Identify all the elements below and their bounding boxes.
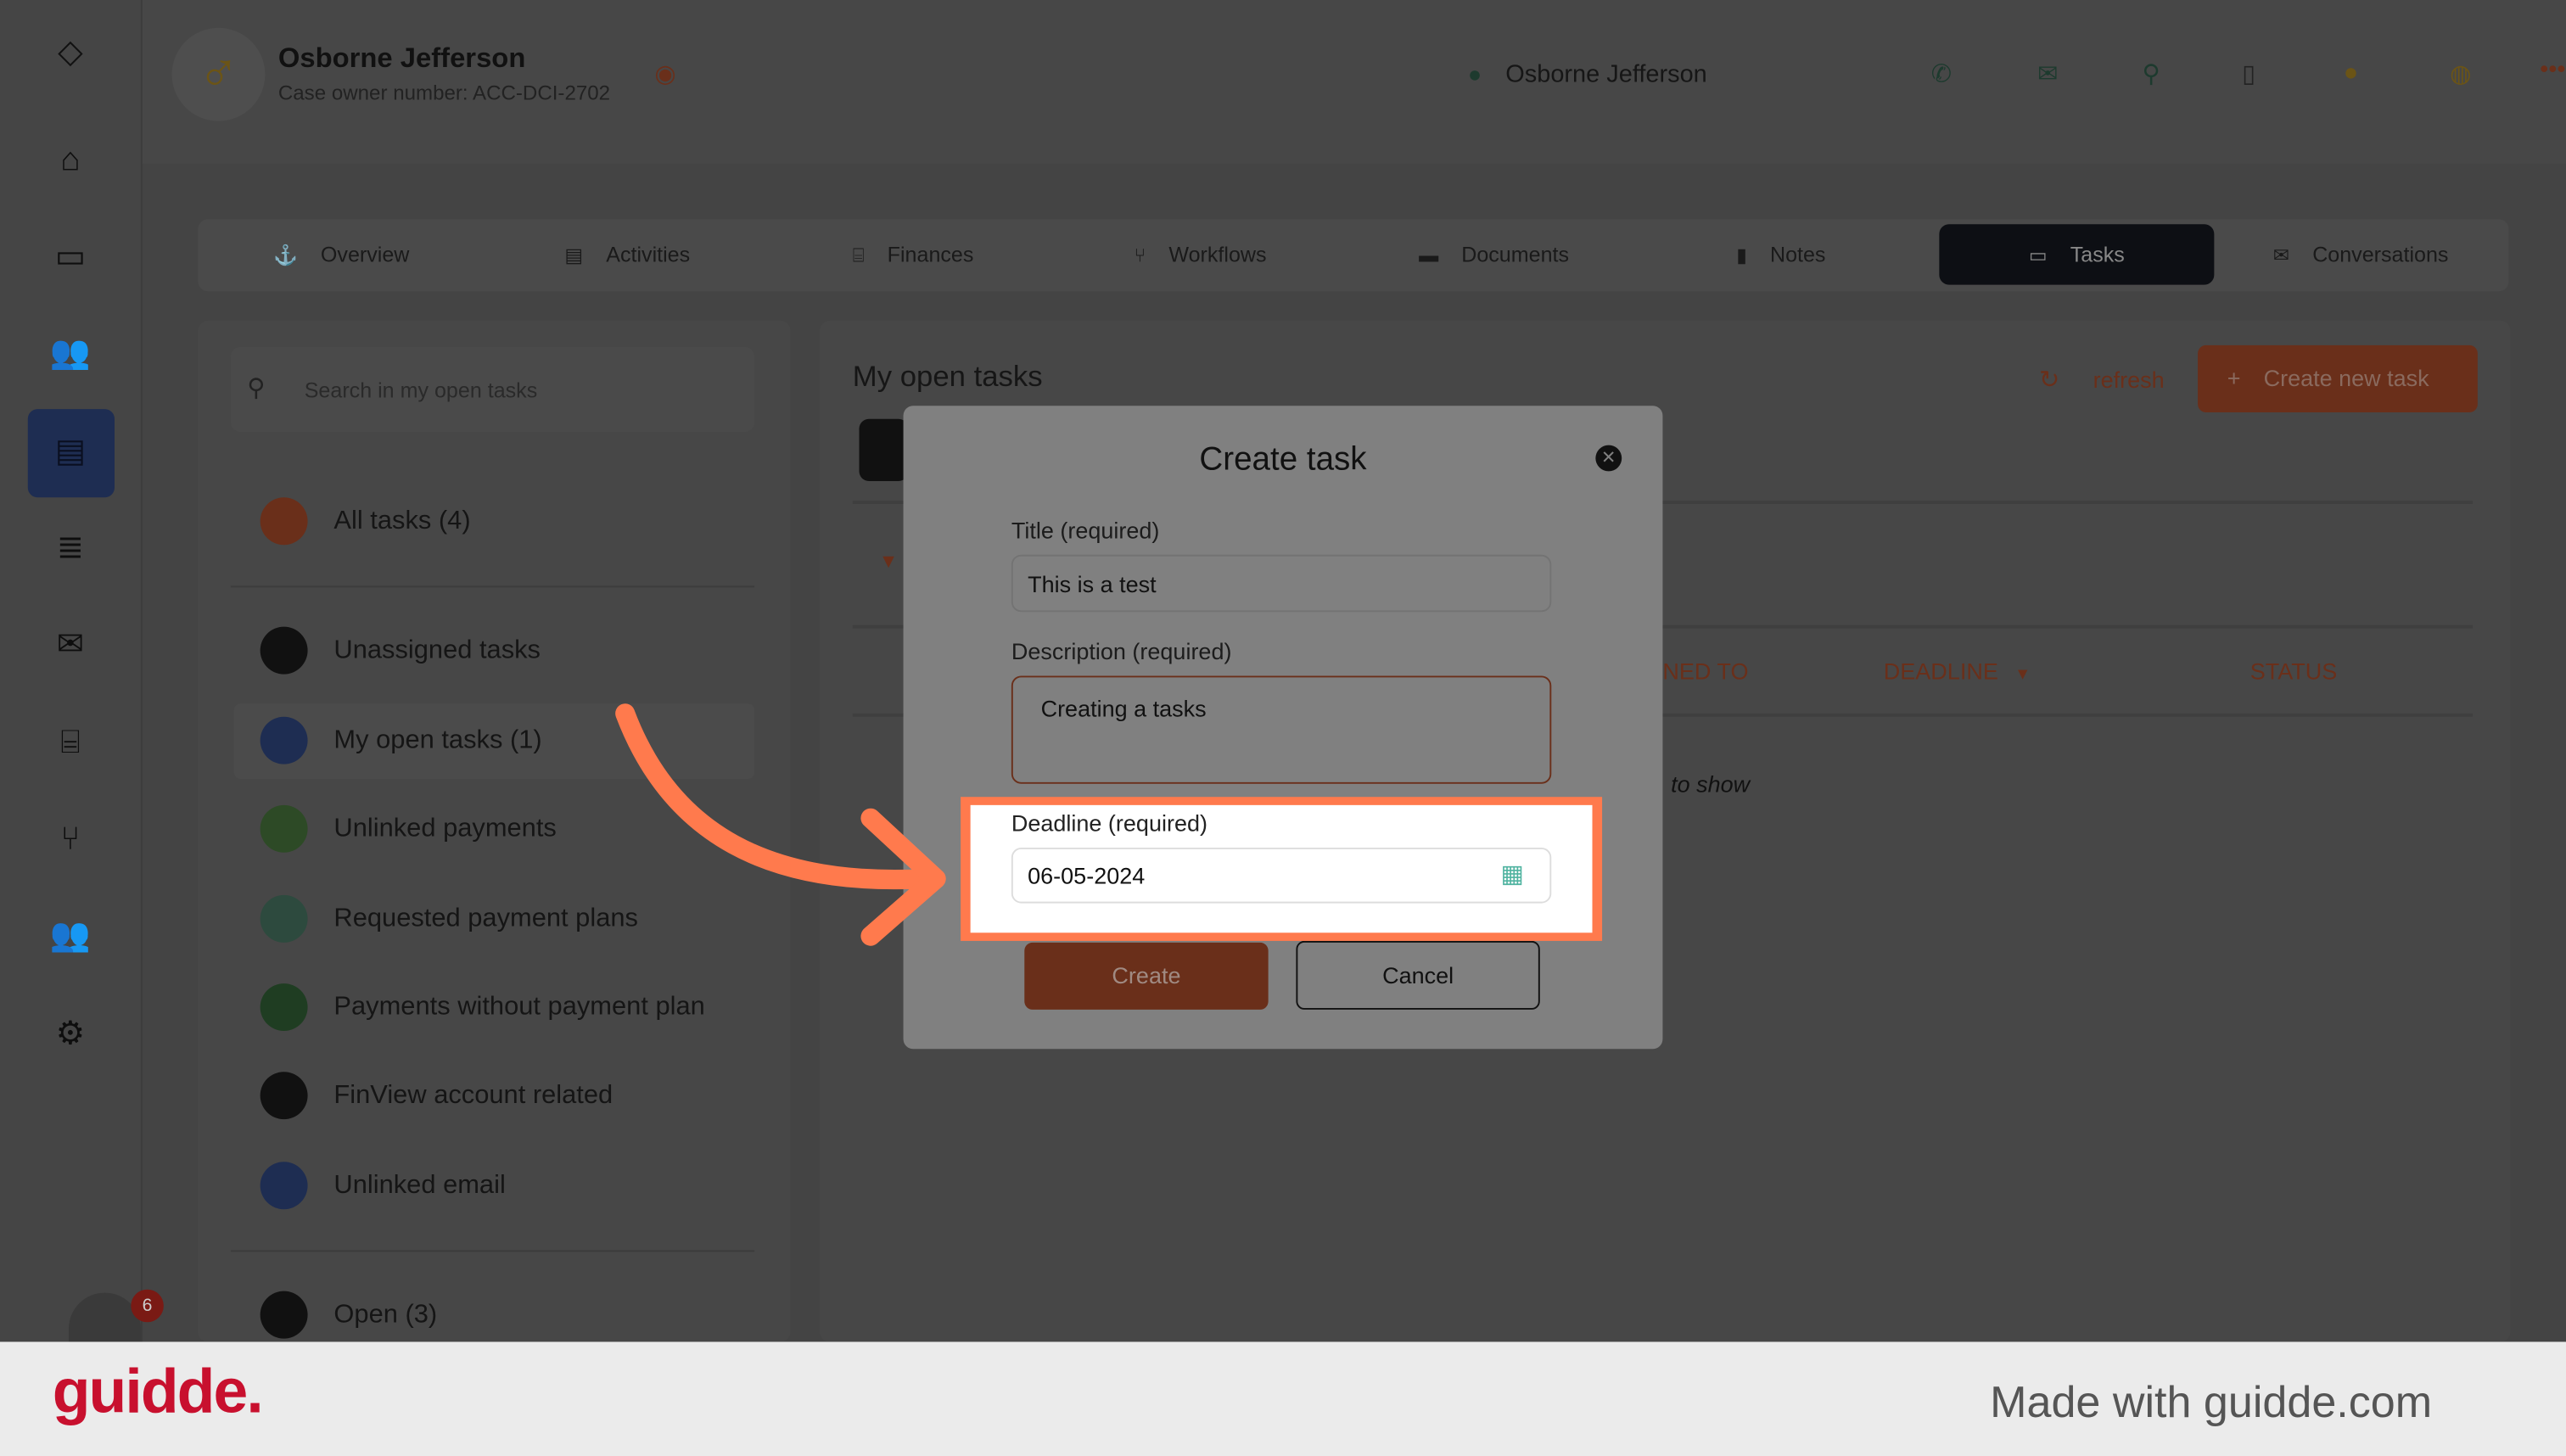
sort-down-icon: ▼	[2014, 665, 2031, 685]
guidde-logo: guidde.	[52, 1358, 264, 1427]
deadline-date-input[interactable]: 06-05-2024 ▦	[1011, 847, 1552, 904]
deadline-label: Deadline (required)	[1011, 809, 1207, 837]
tab-overview[interactable]: ⚓ Overview	[273, 219, 409, 291]
mail-icon[interactable]: ✉	[46, 625, 95, 664]
user-icon: ●	[1467, 60, 1482, 87]
team-icon[interactable]: 👥	[46, 916, 95, 955]
envelope-icon[interactable]: ✉	[2037, 59, 2058, 88]
male-gender-icon: ♂	[171, 27, 266, 121]
branch-icon: ⑂	[1134, 244, 1146, 267]
ticket-icon[interactable]: ▭	[46, 238, 95, 277]
app-logo: ◇	[58, 34, 83, 70]
anchor-icon: ⚓	[273, 244, 298, 267]
bank-icon[interactable]: ⌸	[46, 723, 95, 762]
create-new-task-button[interactable]: + Create new task	[2198, 344, 2478, 412]
filter-icon[interactable]: ▼	[879, 550, 899, 573]
close-icon[interactable]: ✕	[1595, 445, 1622, 472]
tab-conversations[interactable]: ✉ Conversations	[2273, 219, 2449, 291]
column-deadline[interactable]: DEADLINE ▼	[1884, 658, 2031, 684]
eye-icon[interactable]: ◉	[654, 59, 675, 88]
folder-icon: ▬	[1419, 244, 1439, 267]
case-owner-name: Osborne Jefferson	[277, 42, 526, 74]
branch-icon[interactable]: ⑂	[46, 820, 95, 859]
envelope-icon: ✉	[2272, 244, 2290, 267]
case-tabs: ⚓ Overview ▤ Activities ⌸ Finances ⑂ Workflo…	[198, 219, 2509, 292]
tab-tasks[interactable]: ▭ Tasks	[1939, 224, 2215, 285]
title-label: Title (required)	[1011, 517, 1160, 544]
search-icon: ⚲	[247, 374, 266, 403]
create-button[interactable]: Create	[1024, 942, 1269, 1010]
create-task-dialog: Create task ✕ Title (required) This is a…	[903, 406, 1663, 1050]
location-icon[interactable]: ⚲	[2142, 59, 2160, 88]
description-textarea[interactable]: Creating a tasks	[1011, 675, 1552, 784]
users-icon[interactable]: 👥	[46, 333, 95, 372]
description-label: Description (required)	[1011, 638, 1232, 664]
search-input[interactable]: ⚲ Search in my open tasks	[230, 346, 755, 433]
column-status[interactable]: STATUS	[2250, 658, 2338, 684]
tab-activities[interactable]: ▤ Activities	[564, 219, 690, 291]
tab-workflows[interactable]: ⑂ Workflows	[1134, 219, 1266, 291]
home-icon[interactable]: ⌂	[46, 141, 95, 180]
bank-icon: ⌸	[852, 244, 865, 267]
calendar-icon[interactable]: ▦	[1500, 859, 1523, 888]
tasks-icon: ▭	[2028, 244, 2048, 267]
header-user-name[interactable]: Osborne Jefferson	[1505, 60, 1706, 88]
cancel-button[interactable]: Cancel	[1296, 940, 1540, 1010]
deadline-section: Deadline (required) 06-05-2024 ▦	[970, 804, 1593, 933]
database-icon[interactable]: ≣	[46, 529, 95, 568]
phone-icon[interactable]: ✆	[1931, 59, 1952, 88]
id-card-icon[interactable]: ▤	[46, 432, 95, 471]
refresh-button[interactable]: refresh	[2093, 367, 2165, 393]
tab-finances[interactable]: ⌸ Finances	[853, 219, 974, 291]
file-icon: ▤	[564, 244, 584, 267]
case-owner-number: Case owner number: ACC-DCI-2702	[277, 81, 611, 105]
tab-documents[interactable]: ▬ Documents	[1419, 219, 1569, 291]
more-icon[interactable]: •••	[2540, 56, 2565, 84]
sidebar: ◇ ⌂ ▭ 👥 ▤ ≣ ✉ ⌸ ⑂ 👥 ⚙ 6	[0, 0, 164, 1342]
footer-bar: guidde. Made with guidde.com	[0, 1341, 2566, 1456]
piggy-bank-icon[interactable]: ●	[2344, 59, 2358, 87]
refresh-icon[interactable]: ↻	[2039, 365, 2059, 395]
case-header: ♂ Osborne Jefferson Case owner number: A…	[142, 0, 2566, 164]
pointer-arrow	[615, 703, 946, 946]
empty-state: to show	[1671, 770, 1751, 798]
page-title: My open tasks	[852, 360, 1043, 393]
tab-notes[interactable]: ▮ Notes	[1736, 219, 1825, 291]
title-input[interactable]: This is a test	[1011, 554, 1552, 613]
dialog-title: Create task	[1199, 441, 1367, 479]
notification-badge: 6	[131, 1289, 164, 1323]
clipboard-icon: ▮	[1736, 244, 1747, 267]
made-with-text: Made with guidde.com	[1990, 1377, 2433, 1427]
column-assigned-to[interactable]: NED TO	[1662, 658, 1748, 684]
globe-icon[interactable]: ◍	[2450, 59, 2471, 88]
mobile-icon[interactable]: ▯	[2242, 59, 2255, 88]
assistant-avatar[interactable]	[68, 1292, 141, 1342]
gear-icon[interactable]: ⚙	[46, 1015, 95, 1054]
